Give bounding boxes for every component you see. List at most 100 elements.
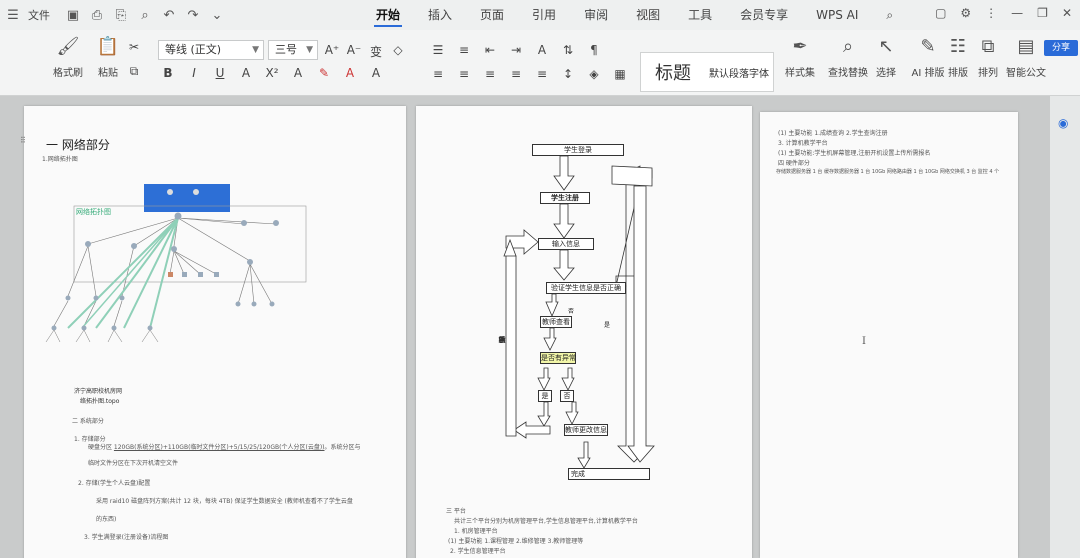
minimize-icon[interactable]: — [1011,6,1023,20]
clear-format-icon[interactable]: ◇ [390,43,406,60]
strikethrough-icon[interactable]: A [238,66,254,80]
shrink-font-icon[interactable]: A⁻ [346,43,362,60]
align-center-icon[interactable]: ≡ [456,67,472,81]
file-menu[interactable]: 文件 [28,7,50,23]
chevron-down-icon: ▼ [306,45,313,55]
smart-doc-button[interactable]: ▤ 智能公文 [1004,36,1048,79]
tab-review[interactable]: 审阅 [570,0,622,30]
tab-tools[interactable]: 工具 [674,0,726,30]
underline-icon[interactable]: U [212,66,228,80]
save-icon[interactable]: ▣ [64,8,82,23]
page-2[interactable]: 学生登录 学生注册 输入信息 验证学生信息是否正确 否 是 教师查看 是否有异常… [416,106,752,558]
style-normal[interactable]: 默认段落字体 [703,65,769,80]
flow-student-register: 学生注册 [540,192,590,204]
undo-icon[interactable]: ↶ [160,8,178,23]
line-spacing-icon[interactable]: ↕ [560,67,576,81]
ribbon-toolbar: 🖌 格式刷 📋 粘贴 ✂ ⧉ 等线 (正文) ▼ 三号 ▼ A⁺ A⁻ 变 ◇ … [0,30,1080,96]
copy-icon[interactable]: ⧉ [126,64,142,79]
justify-icon[interactable]: ≡ [508,67,524,81]
share-button[interactable]: 分享 [1044,40,1078,56]
cursor-icon: ↖ [878,36,894,57]
chinese-layout-icon[interactable]: A [534,43,550,57]
redo-icon[interactable]: ↷ [184,8,202,23]
page-1[interactable]: ⠿ 一 网络部分 1.网络拓扑图 网络拓扑图 济宁高职校机房网 络拓扑图.top… [20,106,406,558]
topology-lines [45,189,307,343]
flow-no-label: 否 [568,308,575,315]
shading-icon[interactable]: ◈ [586,67,602,81]
show-marks-icon[interactable]: ¶ [586,43,602,57]
flow-no-box: 否 [560,390,574,402]
location-pin-icon[interactable]: ◉ [1058,116,1068,130]
more-icon[interactable]: ⋮ [985,6,997,20]
flowchart-arrows [503,155,655,469]
platform-line: 共计三个平台分别为机房管理平台,学生信息管理平台,计算机教学平台 [454,518,638,525]
align-right-icon[interactable]: ≡ [482,67,498,81]
topology-caption-line2: 络拓扑图.topo [80,398,120,405]
print-icon[interactable]: ⎘ [112,8,130,23]
select-button[interactable]: ↖ 选择 [864,36,908,79]
bullet-list-icon[interactable]: ☰ [430,43,446,57]
print-preview-icon[interactable]: ⌕ [136,8,154,23]
platform-item-1a: (1) 主要功能 1.课程管理 2.维修管理 3.教师管理等 [448,538,584,545]
partition-line-2: 临时文件分区在下次开机清空文件 [88,460,179,467]
font-name-select[interactable]: 等线 (正文) ▼ [158,40,264,60]
tab-wps-ai[interactable]: WPS AI [802,0,872,30]
p3-line-4: 四 硬件部分 [778,160,810,167]
style-set-icon: ✒ [792,36,808,57]
font-size-select[interactable]: 三号 ▼ [268,40,318,60]
text-cursor-icon: I [862,336,866,347]
tab-view[interactable]: 视图 [622,0,674,30]
cut-icon[interactable]: ✂ [126,40,142,54]
close-icon[interactable]: ✕ [1062,6,1072,20]
flow-done: 完成 [568,468,650,480]
paste-button[interactable]: 📋 粘贴 [86,36,130,79]
sort-icon[interactable]: ⇅ [560,43,576,57]
tab-home[interactable]: 开始 [362,0,414,30]
style-set-button[interactable]: ✒ 样式集 [778,36,822,79]
format-painter-button[interactable]: 🖌 格式刷 [46,36,90,79]
grow-font-icon[interactable]: A⁺ [324,43,340,60]
tab-member[interactable]: 会员专享 [726,0,802,30]
flow-input-info: 输入信息 [538,238,594,250]
item-login-flow: 3. 学生满登录(注册设备)流程图 [84,534,169,541]
bold-icon[interactable]: B [160,66,176,80]
menu-icon[interactable]: ☰ [4,8,22,23]
superscript-icon[interactable]: X² [264,66,280,80]
window-icon[interactable]: ▢ [935,6,946,20]
p3-line-5: 存储数据服务器 1 台 缓存数据服务器 1 台 10Gb 网络路由器 1 台 1… [776,169,1000,175]
chevron-down-icon[interactable]: ⌄ [208,8,226,23]
right-sidebar: ◉ [1050,96,1080,558]
numbered-list-icon[interactable]: ≡ [456,43,472,57]
font-color-icon[interactable]: A [342,66,358,80]
raid-line-2: 的东西) [96,516,117,523]
network-topology-image: 网络拓扑图 [24,106,406,366]
tab-references[interactable]: 引用 [518,0,570,30]
document-canvas[interactable]: ⠿ 一 网络部分 1.网络拓扑图 网络拓扑图 济宁高职校机房网 络拓扑图.top… [0,96,1080,558]
page-3[interactable]: (1) 主要功能 1.成绩查询 2.学生查询注册 3. 计算机教学平台 (1) … [760,112,1018,558]
search-icon[interactable]: ⌕ [872,0,907,30]
border-icon[interactable]: ▦ [612,67,628,81]
flow-student-login: 学生登录 [532,144,624,156]
flow-verify-info: 验证学生信息是否正确 [546,282,626,294]
align-left-icon[interactable]: ≡ [430,67,446,81]
settings-icon[interactable]: ⚙ [960,6,971,20]
italic-icon[interactable]: I [186,66,202,80]
tab-insert[interactable]: 插入 [414,0,466,30]
decrease-indent-icon[interactable]: ⇤ [482,43,498,57]
flow-yes-label: 是 [604,322,611,329]
item-cloud-storage: 2. 存储(学生个人云盘)配置 [78,480,151,487]
style-gallery[interactable]: 标题 默认段落字体 [640,52,774,92]
distributed-icon[interactable]: ≡ [534,67,550,81]
increase-indent-icon[interactable]: ⇥ [508,43,524,57]
text-effect-icon[interactable]: A [290,66,306,80]
export-pdf-icon[interactable]: ⎙ [88,8,106,23]
platform-item-1: 1. 机房管理平台 [454,528,498,535]
char-shading-icon[interactable]: A [368,66,384,80]
tab-page[interactable]: 页面 [466,0,518,30]
style-heading[interactable]: 标题 [641,59,703,85]
highlight-icon[interactable]: ✎ [316,66,332,80]
maximize-icon[interactable]: ❐ [1037,6,1048,20]
flow-teacher-modify: 教师更改信息 [564,424,608,436]
ribbon-tabs: 开始 插入 页面 引用 审阅 视图 工具 会员专享 WPS AI ⌕ [362,0,907,30]
phonetic-icon[interactable]: 变 [368,43,384,60]
